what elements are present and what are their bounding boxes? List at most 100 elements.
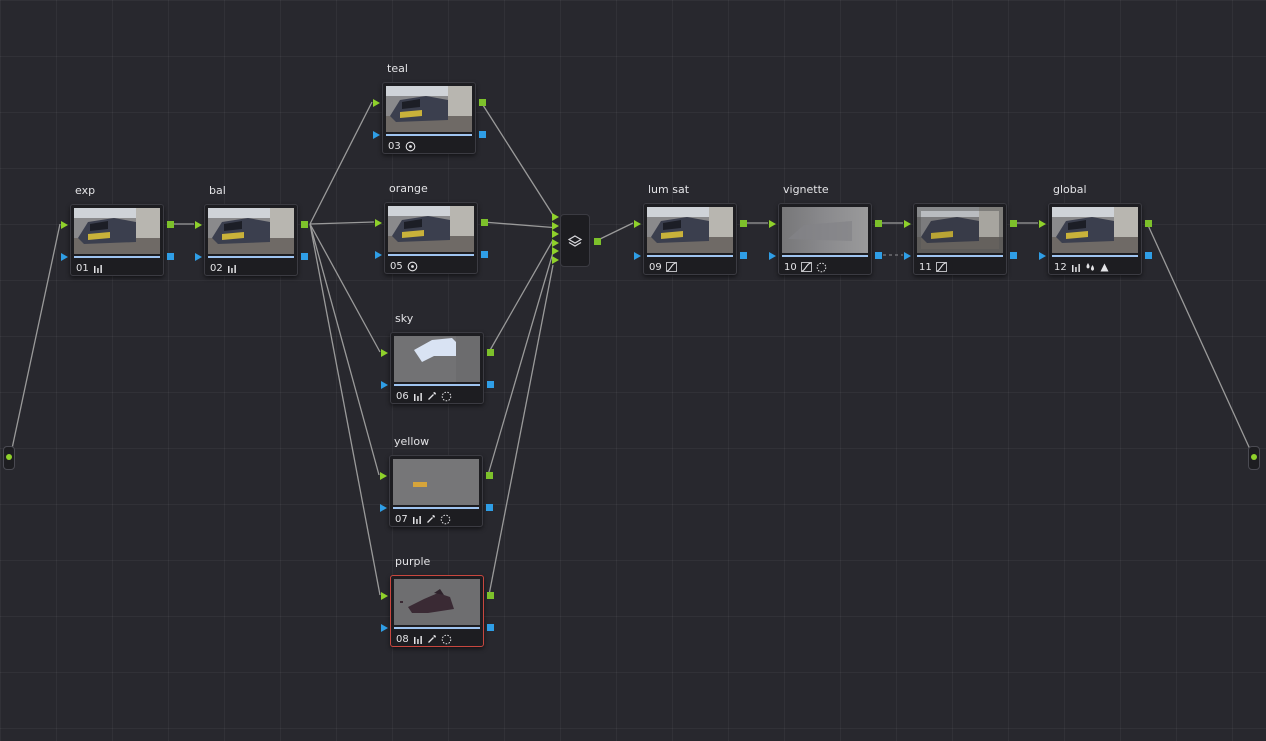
key-input-port[interactable] [634,252,641,260]
rgb-input-port[interactable] [904,220,911,228]
key-output-port[interactable] [487,624,494,631]
node-key-bar [74,256,160,258]
rgb-input-port[interactable] [1039,220,1046,228]
corrector-node-03[interactable]: teal 03 [373,62,486,154]
key-output-port[interactable] [740,252,747,259]
mixer-input-port[interactable] [552,247,559,255]
key-output-port[interactable] [486,504,493,511]
mixer-input-port[interactable] [552,221,559,230]
rgb-input-port[interactable] [381,592,388,600]
custom-curve-icon [800,262,812,272]
rgb-input-port[interactable] [61,221,68,229]
key-output-port[interactable] [875,252,882,259]
key-input-port[interactable] [381,624,388,632]
node-label: teal [387,62,408,75]
key-input-port[interactable] [904,252,911,260]
key-input-port[interactable] [1039,252,1046,260]
corrector-node-11[interactable]: 11 [904,203,1017,275]
connection-line [480,101,554,216]
key-output-port[interactable] [1145,252,1152,259]
node-key-bar [386,134,472,136]
mixer-rgb-output-port[interactable] [594,238,601,245]
key-input-port[interactable] [769,252,776,260]
corrector-node-10[interactable]: vignette 10 [769,183,882,275]
rgb-input-dot-icon [6,454,12,460]
key-input-port[interactable] [381,381,388,389]
rgb-input-port[interactable] [373,99,380,107]
key-output-port[interactable] [1010,252,1017,259]
node-key-bar [208,256,294,258]
node-footer: 11 [919,261,947,273]
corrector-node-01[interactable]: exp 01 [61,184,174,276]
output-node[interactable] [1248,446,1260,470]
rgb-output-port[interactable] [1145,220,1152,227]
dashed-circle-icon [440,514,451,525]
node-key-bar [394,627,480,629]
connection-line [309,223,380,476]
key-input-port[interactable] [380,504,387,512]
node-footer: 01 [76,262,103,274]
node-thumbnail [647,207,733,253]
curves-bars-icon [413,392,423,401]
corrector-node-07[interactable]: yellow 07 [380,435,493,527]
mixer-input-port[interactable] [552,213,559,221]
key-output-port[interactable] [481,251,488,258]
corrector-node-08[interactable]: purple 08 [381,555,494,647]
corrector-node-02[interactable]: bal 02 [195,184,308,276]
node-number: 08 [396,633,409,645]
node-label: yellow [394,435,430,448]
rgb-output-port[interactable] [875,220,882,227]
node-label: purple [395,555,431,568]
rgb-output-port[interactable] [486,472,493,479]
node-footer: 02 [210,262,237,274]
key-output-port[interactable] [301,253,308,260]
key-input-port[interactable] [195,253,202,261]
key-input-port[interactable] [375,251,382,259]
rgb-output-port[interactable] [301,221,308,228]
mixer-input-port[interactable] [552,230,559,238]
rgb-input-port[interactable] [375,219,382,227]
rgb-output-port[interactable] [487,349,494,356]
key-input-port[interactable] [61,253,68,261]
rgb-output-port[interactable] [487,592,494,599]
corrector-node-09[interactable]: lum sat 09 [634,183,747,275]
rgb-output-port[interactable] [740,220,747,227]
corrector-node-05[interactable]: orange 05 [375,182,488,274]
node-key-bar [393,507,479,509]
rgb-output-port[interactable] [479,99,486,106]
mixer-input-port[interactable] [552,255,559,264]
key-input-port[interactable] [373,131,380,139]
node-label: bal [209,184,226,197]
node-key-bar [388,254,474,256]
custom-curve-icon [665,262,677,272]
eyedropper-icon [427,391,437,401]
rgb-output-port[interactable] [167,221,174,228]
curves-bars-icon [413,635,423,644]
mixer-input-port[interactable] [552,238,559,247]
rgb-input-port[interactable] [195,221,202,229]
rgb-input-port[interactable] [380,472,387,480]
rgb-input-port[interactable] [381,349,388,357]
node-number: 10 [784,261,797,273]
triangle-icon [1100,263,1109,272]
key-output-port[interactable] [487,381,494,388]
node-number: 12 [1054,261,1067,273]
node-label: vignette [783,183,829,196]
corrector-node-12[interactable]: global 12 [1039,183,1152,275]
key-output-port[interactable] [479,131,486,138]
source-input-node[interactable] [3,446,15,470]
node-number: 01 [76,262,89,274]
node-number: 06 [396,390,409,402]
rgb-output-port[interactable] [1010,220,1017,227]
node-thumbnail [386,86,472,132]
dashed-circle-icon [816,262,827,273]
node-footer: 12 [1054,261,1109,273]
rgb-input-port[interactable] [769,220,776,228]
corrector-node-06[interactable]: sky 06 [381,312,494,404]
connection-line [488,264,554,596]
key-output-port[interactable] [167,253,174,260]
rgb-input-port[interactable] [634,220,641,228]
connection-line [309,101,373,225]
layer-mixer-node[interactable] [552,213,601,267]
rgb-output-port[interactable] [481,219,488,226]
